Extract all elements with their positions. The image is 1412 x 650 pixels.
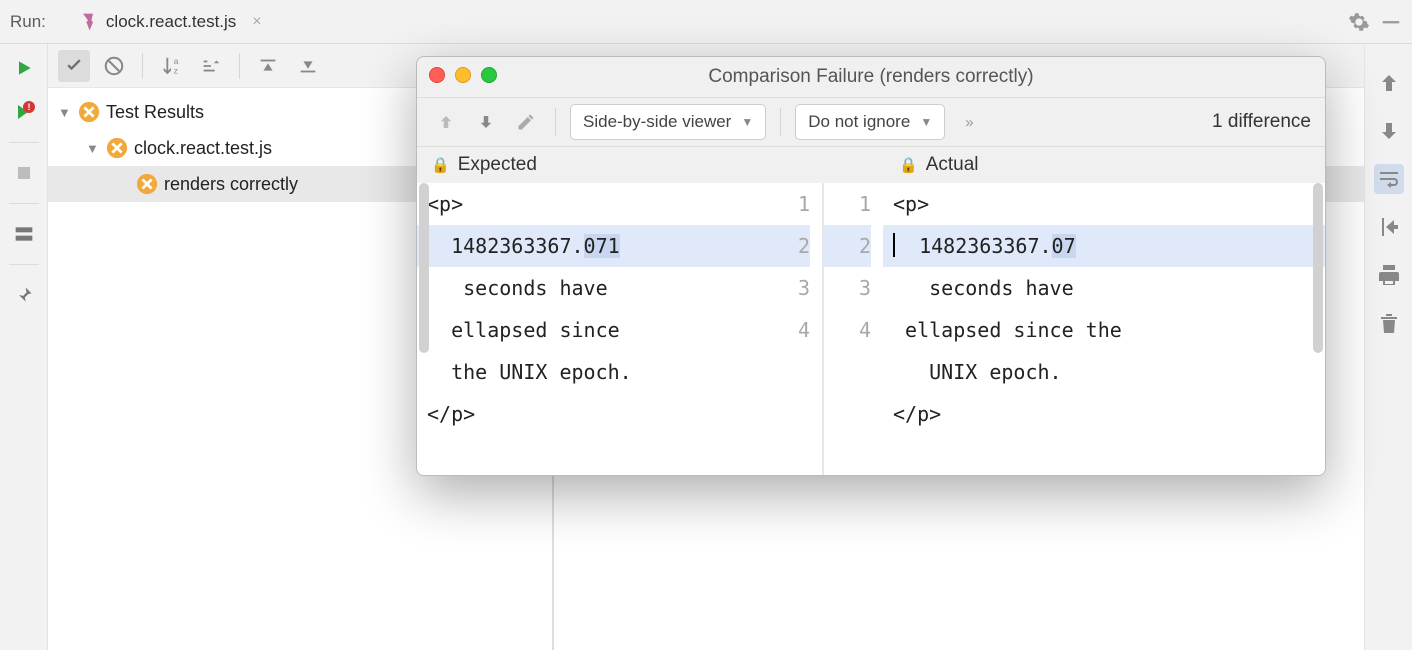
- right-rail: [1364, 44, 1412, 650]
- status-failed-icon: [78, 101, 100, 123]
- diff-body: <p> 1482363367.071 seconds have ellapsed…: [417, 183, 1325, 475]
- settings-icon[interactable]: [1348, 11, 1370, 33]
- gutter-left: 1 2 3 4: [763, 183, 823, 475]
- code-line: UNIX epoch.: [883, 351, 1325, 393]
- popup-toolbar: Side-by-side viewer ▼ Do not ignore ▼ » …: [417, 97, 1325, 147]
- popup-title: Comparison Failure (renders correctly): [417, 66, 1325, 88]
- layout-icon[interactable]: [10, 220, 38, 248]
- svg-text:!: !: [27, 102, 30, 112]
- code-line: </p>: [417, 393, 763, 435]
- code-line: ellapsed since: [417, 309, 763, 351]
- rerun-failed-icon[interactable]: !: [10, 98, 38, 126]
- left-rail: !: [0, 44, 48, 650]
- prev-failed-icon[interactable]: [252, 50, 284, 82]
- jest-icon: [78, 12, 98, 32]
- chevron-down-icon: ▼: [920, 115, 932, 129]
- lock-icon: 🔒: [899, 156, 918, 174]
- code-line: </p>: [883, 393, 1325, 435]
- expected-pane[interactable]: <p> 1482363367.071 seconds have ellapsed…: [417, 183, 763, 475]
- code-line: the UNIX epoch.: [417, 351, 763, 393]
- sort-icon[interactable]: az: [155, 50, 187, 82]
- viewer-mode-label: Side-by-side viewer: [583, 112, 731, 132]
- pin-icon[interactable]: [10, 281, 38, 309]
- scrollbar-thumb[interactable]: [1313, 183, 1323, 353]
- actual-pane[interactable]: <p> 1482363367.07 seconds have ellapsed …: [883, 183, 1325, 475]
- diff-count: 1 difference: [1212, 111, 1311, 133]
- status-failed-icon: [136, 173, 158, 195]
- tree-test-label: renders correctly: [164, 174, 298, 195]
- diff-headers: 🔒 Expected 🔒 Actual: [417, 147, 1325, 183]
- expand-icon[interactable]: [195, 50, 227, 82]
- chevron-down-icon: ▼: [741, 115, 753, 129]
- svg-text:z: z: [174, 66, 178, 75]
- show-ignored-icon[interactable]: [98, 50, 130, 82]
- actual-label: Actual: [926, 154, 979, 176]
- ignore-mode-dropdown[interactable]: Do not ignore ▼: [795, 104, 945, 140]
- next-failed-icon[interactable]: [292, 50, 324, 82]
- code-line-diff: 1482363367.071: [417, 225, 763, 267]
- comparison-popup: Comparison Failure (renders correctly) S…: [416, 56, 1326, 476]
- up-arrow-icon[interactable]: [1374, 68, 1404, 98]
- run-icon[interactable]: [10, 54, 38, 82]
- run-label: Run:: [10, 12, 46, 32]
- code-line: <p>: [883, 183, 1325, 225]
- prev-diff-icon[interactable]: [431, 107, 461, 137]
- minimize-icon[interactable]: [1380, 11, 1402, 33]
- down-arrow-icon[interactable]: [1374, 116, 1404, 146]
- status-failed-icon: [106, 137, 128, 159]
- popup-titlebar[interactable]: Comparison Failure (renders correctly): [417, 57, 1325, 97]
- more-icon[interactable]: »: [965, 114, 973, 131]
- run-tab[interactable]: clock.react.test.js ×: [64, 6, 276, 38]
- edit-icon[interactable]: [511, 107, 541, 137]
- minimize-window-icon[interactable]: [455, 67, 471, 83]
- viewer-mode-dropdown[interactable]: Side-by-side viewer ▼: [570, 104, 766, 140]
- code-line: ellapsed since the: [883, 309, 1325, 351]
- code-line-diff: 1482363367.07: [883, 225, 1325, 267]
- stop-icon[interactable]: [10, 159, 38, 187]
- scroll-to-end-icon[interactable]: [1374, 212, 1404, 242]
- tree-root-label: Test Results: [106, 102, 204, 123]
- close-tab-icon[interactable]: ×: [252, 13, 261, 31]
- trash-icon[interactable]: [1374, 308, 1404, 338]
- tree-file-label: clock.react.test.js: [134, 138, 272, 159]
- chevron-down-icon: ▼: [58, 105, 72, 120]
- svg-text:a: a: [174, 57, 179, 66]
- expected-label: Expected: [458, 154, 537, 176]
- tab-title: clock.react.test.js: [106, 12, 236, 32]
- scrollbar-thumb[interactable]: [419, 183, 429, 353]
- lock-icon: 🔒: [431, 156, 450, 174]
- gutter-right: 1 2 3 4: [823, 183, 883, 475]
- next-diff-icon[interactable]: [471, 107, 501, 137]
- top-bar: Run: clock.react.test.js ×: [0, 0, 1412, 44]
- soft-wrap-icon[interactable]: [1374, 164, 1404, 194]
- code-line: seconds have: [417, 267, 763, 309]
- code-line: seconds have: [883, 267, 1325, 309]
- show-passed-icon[interactable]: [58, 50, 90, 82]
- ignore-mode-label: Do not ignore: [808, 112, 910, 132]
- chevron-down-icon: ▼: [86, 141, 100, 156]
- zoom-window-icon[interactable]: [481, 67, 497, 83]
- close-window-icon[interactable]: [429, 67, 445, 83]
- print-icon[interactable]: [1374, 260, 1404, 290]
- code-line: <p>: [417, 183, 763, 225]
